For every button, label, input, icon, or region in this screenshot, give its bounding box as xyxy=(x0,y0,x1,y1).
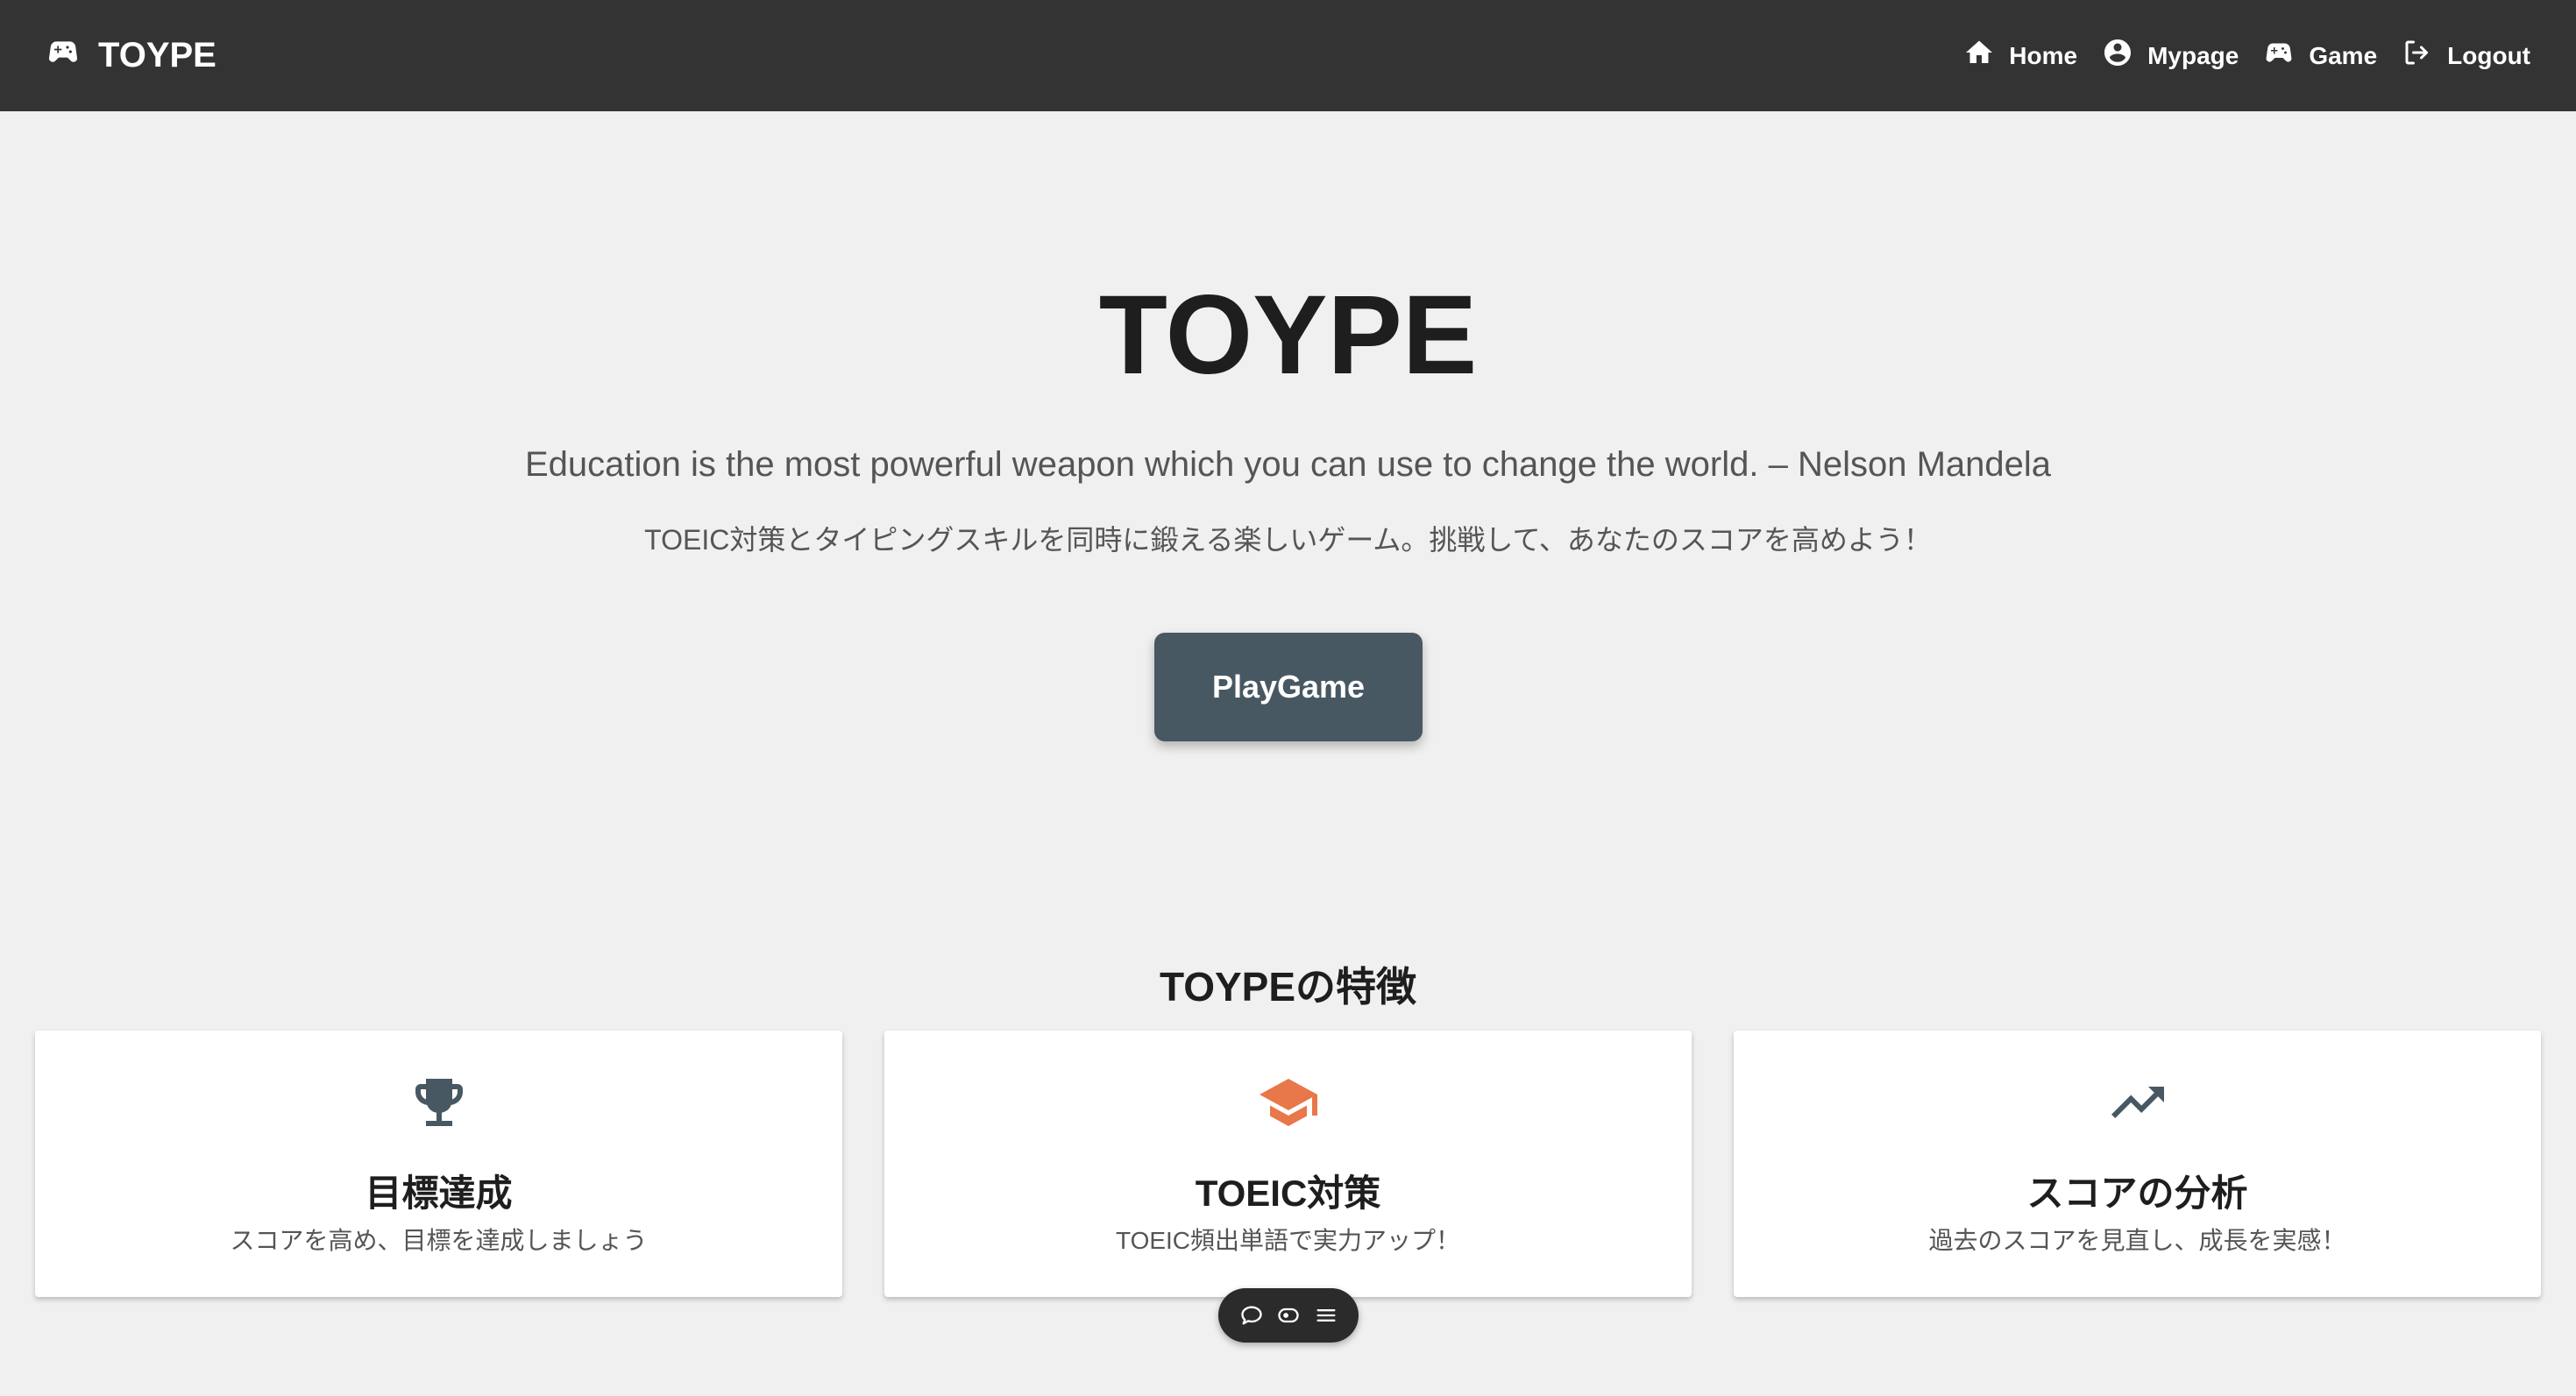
play-game-button[interactable]: PlayGame xyxy=(1154,633,1423,741)
features-title: TOYPEの特徴 xyxy=(1159,964,1417,1010)
graduation-cap-icon xyxy=(884,1071,1692,1134)
toggle-icon[interactable] xyxy=(1274,1300,1303,1330)
floating-toolbar xyxy=(1218,1288,1359,1343)
hero-description: TOEIC対策とタイピングスキルを同時に鍛える楽しいゲーム。挑戦して、あなたのス… xyxy=(644,524,1932,556)
feature-card-description: スコアを高め、目標を達成しましょう xyxy=(230,1227,648,1254)
hero-title: TOYPE xyxy=(1098,273,1478,398)
top-navbar: TOYPE Home Mypage Game Logout xyxy=(0,0,2576,111)
nav-logout-label: Logout xyxy=(2447,41,2530,69)
logout-icon xyxy=(2402,37,2433,74)
home-icon xyxy=(1963,37,1995,74)
brand-label: TOYPE xyxy=(98,36,216,74)
hero-quote: Education is the most powerful weapon wh… xyxy=(524,445,2052,484)
menu-icon[interactable] xyxy=(1311,1300,1341,1330)
trending-up-icon xyxy=(1734,1071,2541,1134)
feature-card-toeic: TOEIC対策 TOEIC頻出単語で実力アップ！ xyxy=(884,1031,1692,1297)
feature-card-description: 過去のスコアを見直し、成長を実感！ xyxy=(1928,1227,2346,1254)
feature-card-title: TOEIC対策 xyxy=(1195,1173,1381,1214)
nav-mypage-label: Mypage xyxy=(2147,41,2239,69)
feature-card-description: TOEIC頻出単語で実力アップ！ xyxy=(1115,1227,1461,1254)
account-circle-icon xyxy=(2102,37,2133,74)
gamepad-icon xyxy=(2263,37,2295,74)
feature-card-title: スコアの分析 xyxy=(2026,1173,2248,1214)
gamepad-icon xyxy=(46,34,81,78)
feature-card-title: 目標達成 xyxy=(365,1173,513,1214)
nav-home-label: Home xyxy=(2009,41,2078,69)
nav-mypage[interactable]: Mypage xyxy=(2102,37,2239,74)
nav-game-label: Game xyxy=(2309,41,2378,69)
feature-card-analysis: スコアの分析 過去のスコアを見直し、成長を実感！ xyxy=(1734,1031,2541,1297)
nav-links: Home Mypage Game Logout xyxy=(1963,37,2530,74)
nav-game[interactable]: Game xyxy=(2263,37,2377,74)
comment-icon[interactable] xyxy=(1237,1300,1267,1330)
nav-home[interactable]: Home xyxy=(1963,37,2077,74)
nav-logout[interactable]: Logout xyxy=(2402,37,2530,74)
trophy-icon xyxy=(35,1071,842,1134)
brand-link[interactable]: TOYPE xyxy=(46,34,216,78)
feature-card-goal: 目標達成 スコアを高め、目標を達成しましょう xyxy=(35,1031,842,1297)
